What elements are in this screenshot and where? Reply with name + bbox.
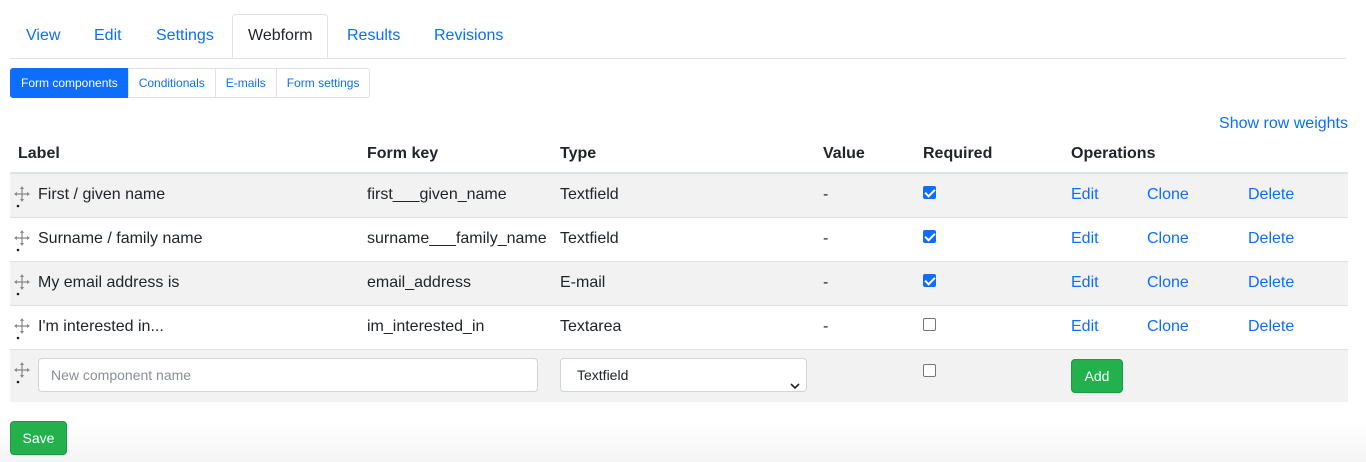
- header-required: Required: [923, 145, 993, 162]
- required-checkbox[interactable]: [923, 274, 936, 287]
- secondary-tabs: Form components Conditionals E-mails For…: [10, 68, 371, 98]
- row-label: Surname / family name: [38, 230, 203, 247]
- subtab-form-components[interactable]: Form components: [10, 68, 129, 98]
- table-row: Surname / family name surname___family_n…: [10, 218, 1348, 262]
- delete-link[interactable]: Delete: [1248, 174, 1294, 218]
- subtab-form-settings[interactable]: Form settings: [275, 68, 371, 98]
- tab-settings[interactable]: Settings: [156, 14, 214, 58]
- row-label: First / given name: [38, 186, 166, 203]
- clone-link[interactable]: Clone: [1147, 262, 1189, 306]
- row-type: Textarea: [560, 318, 622, 335]
- row-value: -: [823, 230, 829, 247]
- edit-link[interactable]: Edit: [1071, 262, 1099, 306]
- show-row-weights-link[interactable]: Show row weights: [1219, 115, 1348, 133]
- drag-handle-icon[interactable]: [14, 274, 30, 296]
- tab-revisions[interactable]: Revisions: [434, 14, 503, 58]
- drag-handle-icon[interactable]: [14, 230, 30, 252]
- component-type-value: Textfield: [577, 367, 629, 383]
- row-type: Textfield: [560, 186, 619, 203]
- primary-tabs: View Edit Settings Webform Results Revis…: [10, 14, 1346, 59]
- edit-link[interactable]: Edit: [1071, 218, 1099, 262]
- clone-link[interactable]: Clone: [1147, 306, 1189, 350]
- tab-edit[interactable]: Edit: [94, 14, 122, 58]
- row-type: Textfield: [560, 230, 619, 247]
- table-row: First / given name first___given_name Te…: [10, 174, 1348, 218]
- row-label: I'm interested in...: [38, 318, 164, 335]
- tab-results[interactable]: Results: [347, 14, 400, 58]
- header-label: Label: [18, 145, 60, 162]
- clone-link[interactable]: Clone: [1147, 174, 1189, 218]
- save-button[interactable]: Save: [10, 421, 67, 455]
- row-form-key: surname___family_name: [367, 230, 547, 247]
- row-value: -: [823, 318, 829, 335]
- subtab-conditionals[interactable]: Conditionals: [127, 68, 216, 98]
- table-row: My email address is email_address E-mail…: [10, 262, 1348, 306]
- component-type-select[interactable]: Textfield: [560, 358, 807, 392]
- delete-link[interactable]: Delete: [1248, 306, 1294, 350]
- drag-handle-icon[interactable]: [14, 318, 30, 340]
- row-label: My email address is: [38, 274, 180, 291]
- tab-webform[interactable]: Webform: [232, 14, 328, 58]
- row-type: E-mail: [560, 274, 606, 291]
- required-checkbox[interactable]: [923, 318, 936, 331]
- header-operations: Operations: [1071, 145, 1156, 162]
- delete-link[interactable]: Delete: [1248, 262, 1294, 306]
- subtab-emails[interactable]: E-mails: [214, 68, 277, 98]
- required-checkbox[interactable]: [923, 230, 936, 243]
- edit-link[interactable]: Edit: [1071, 174, 1099, 218]
- row-form-key: first___given_name: [367, 186, 507, 203]
- clone-link[interactable]: Clone: [1147, 218, 1189, 262]
- drag-handle-icon[interactable]: [14, 186, 30, 208]
- add-button[interactable]: Add: [1071, 359, 1123, 393]
- row-value: -: [823, 274, 829, 291]
- tab-view[interactable]: View: [26, 14, 60, 58]
- table-row: I'm interested in... im_interested_in Te…: [10, 306, 1348, 350]
- new-component-name-input[interactable]: [38, 358, 538, 392]
- footer-shade: [0, 422, 1366, 462]
- drag-handle-icon[interactable]: [14, 362, 30, 384]
- new-component-row: Textfield Add: [10, 350, 1348, 402]
- delete-link[interactable]: Delete: [1248, 218, 1294, 262]
- edit-link[interactable]: Edit: [1071, 306, 1099, 350]
- row-value: -: [823, 186, 829, 203]
- header-form-key: Form key: [367, 145, 439, 162]
- row-form-key: email_address: [367, 274, 472, 291]
- row-form-key: im_interested_in: [367, 318, 485, 335]
- header-type: Type: [560, 145, 597, 162]
- new-required-checkbox[interactable]: [923, 364, 936, 377]
- chevron-down-icon: [790, 370, 800, 402]
- required-checkbox[interactable]: [923, 186, 936, 199]
- header-value: Value: [823, 145, 865, 162]
